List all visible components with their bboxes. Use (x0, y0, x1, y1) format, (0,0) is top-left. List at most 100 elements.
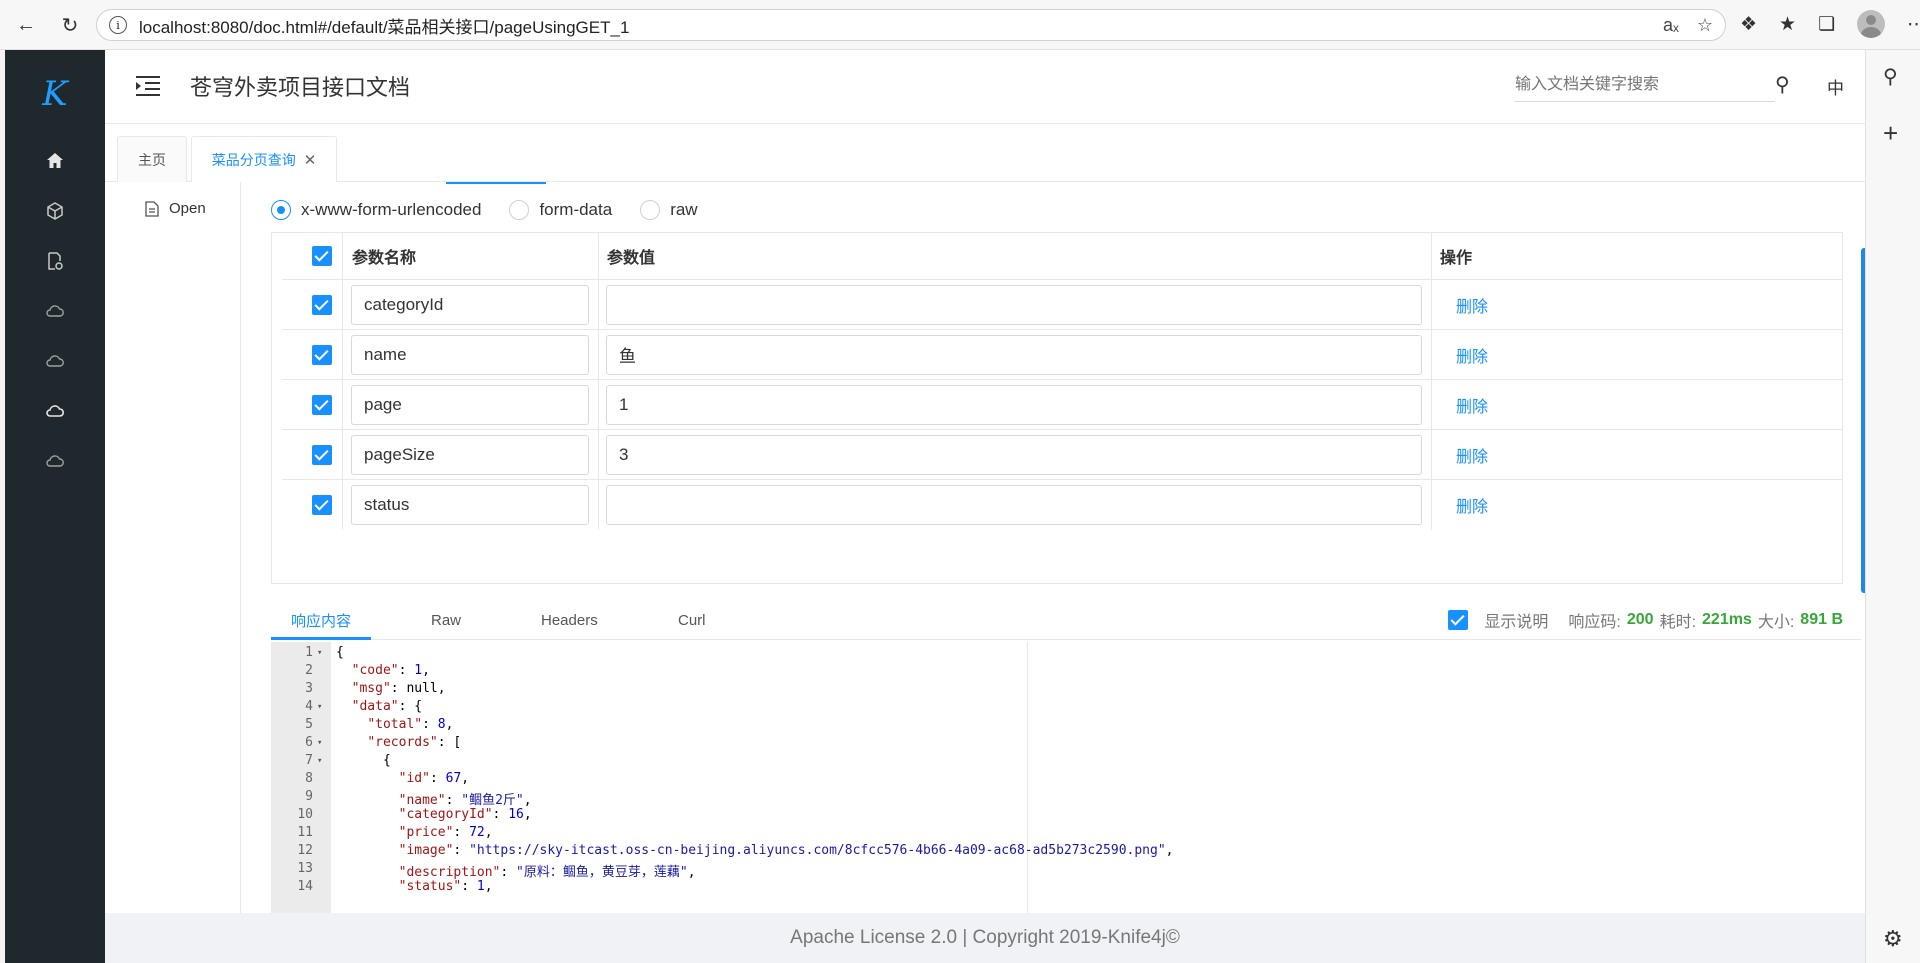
nav-cloud-3[interactable] (5, 396, 105, 426)
response-tab-indicator (271, 637, 371, 640)
tab-home-label: 主页 (138, 151, 166, 168)
tree-item-open[interactable]: Open (145, 200, 206, 217)
profile-avatar[interactable] (1857, 10, 1886, 38)
param-value-input[interactable] (606, 485, 1422, 525)
footer: Apache License 2.0 | Copyright 2019-Knif… (105, 913, 1865, 963)
fold-arrow-icon[interactable]: ▾ (317, 645, 331, 663)
delete-row-link[interactable]: 删除 (1456, 443, 1488, 467)
reload-icon[interactable]: ↻ (50, 5, 90, 45)
param-name-input[interactable]: name (351, 334, 589, 375)
line-number: 10 (297, 807, 313, 822)
col-action: 操作 (1440, 250, 1473, 267)
delete-row-link[interactable]: 删除 (1456, 293, 1488, 317)
time-value: 221ms (1702, 611, 1752, 628)
api-cube-icon (47, 202, 63, 220)
radio-form-data[interactable]: form-data (509, 200, 612, 220)
nav-doc-settings[interactable] (5, 246, 105, 276)
radio-form-data-label: form-data (539, 200, 613, 219)
code-line: 6 ▾ "records": [ (271, 735, 1861, 753)
delete-row-link[interactable]: 删除 (1456, 493, 1488, 517)
menu-indent-icon[interactable] (135, 74, 161, 98)
code-line: 11 "price": 72, (271, 825, 1861, 843)
radio-raw[interactable]: raw (640, 200, 698, 220)
param-name-input[interactable]: status (351, 485, 589, 525)
address-bar[interactable]: i localhost:8080/doc.html#/default/菜品相关接… (96, 9, 1726, 41)
gear-icon[interactable]: ⚙ (1883, 926, 1903, 952)
radio-circle (640, 200, 661, 220)
app-window: K 苍穹外卖项目接口文档 输入文档关键字搜索 ⚲ 中 主页 菜品分页查询 ✕ O… (5, 50, 1868, 963)
knife4j-logo[interactable]: K (5, 64, 105, 124)
doc-search-input[interactable] (1515, 68, 1775, 101)
line-number: 14 (297, 879, 313, 894)
tab-response-raw[interactable]: Raw (431, 600, 461, 640)
search-icon[interactable]: ⚲ (1775, 72, 1790, 97)
delete-row-link[interactable]: 删除 (1456, 393, 1488, 417)
line-number: 11 (297, 825, 313, 840)
param-value-input[interactable] (606, 284, 1422, 325)
site-info-icon[interactable]: i (109, 16, 127, 34)
tab-response-headers[interactable]: Headers (541, 600, 598, 640)
language-switch[interactable]: 中 (1827, 74, 1844, 99)
read-aloud-icon[interactable]: aₓ (1663, 15, 1679, 36)
file-icon (145, 200, 159, 217)
radio-urlencoded[interactable]: x-www-form-urlencoded (271, 200, 481, 220)
row-checkbox[interactable] (312, 294, 332, 315)
param-name-input[interactable]: page (351, 384, 589, 425)
favorite-star-icon[interactable]: ☆ (1697, 15, 1713, 36)
nav-cloud-2[interactable] (5, 346, 105, 376)
fold-arrow-icon[interactable]: ▾ (317, 735, 331, 753)
select-all-checkbox[interactable] (312, 246, 332, 266)
tab-dish-page-query-label: 菜品分页查询 (211, 151, 296, 168)
back-arrow-icon[interactable]: ← (6, 5, 46, 45)
line-number: 13 (297, 861, 313, 876)
nav-cloud-4[interactable] (5, 446, 105, 476)
line-number: 9 (305, 789, 313, 804)
code-text: "id": 67, (398, 771, 470, 786)
row-checkbox[interactable] (312, 394, 332, 415)
close-icon[interactable]: ✕ (304, 151, 317, 169)
fold-arrow-icon[interactable]: ▾ (317, 699, 331, 717)
add-icon[interactable]: + (1883, 118, 1898, 149)
code-text: "status": 1, (398, 879, 493, 894)
search-icon[interactable]: ⚲ (1883, 64, 1898, 89)
nav-home[interactable] (5, 146, 105, 176)
param-value-input[interactable]: 3 (606, 434, 1422, 475)
collections-icon[interactable]: ❏ (1818, 13, 1835, 36)
tab-response-curl[interactable]: Curl (678, 600, 706, 640)
extensions-icon[interactable]: ❖ (1740, 13, 1757, 36)
tab-home[interactable]: 主页 (117, 136, 187, 182)
code-text: "image": "https://sky-itcast.oss-cn-beij… (398, 843, 1174, 858)
more-menu-icon[interactable]: ⋯ (1907, 13, 1920, 36)
line-number: 6 (305, 735, 313, 750)
response-code-editor[interactable]: 1 ▾{2 "code": 1, 3 "msg": null, 4 ▾ "data": … (271, 642, 1861, 913)
table-row: page 1 删除 (282, 380, 1842, 430)
home-icon (47, 153, 63, 168)
line-number: 5 (305, 717, 313, 732)
code-text: "records": [ (367, 735, 462, 750)
nav-cloud-1[interactable] (5, 296, 105, 326)
table-row: name 鱼 删除 (282, 330, 1842, 380)
row-checkbox[interactable] (312, 495, 332, 515)
cloud-icon (46, 305, 64, 317)
left-sidebar: K (5, 50, 105, 963)
row-checkbox[interactable] (312, 444, 332, 465)
tab-dish-page-query[interactable]: 菜品分页查询 ✕ (191, 136, 337, 182)
code-text: "name": "鲴鱼2斤", (398, 793, 532, 808)
nav-api[interactable] (5, 196, 105, 226)
tab-response-content[interactable]: 响应内容 (291, 600, 351, 640)
delete-row-link[interactable]: 删除 (1456, 343, 1488, 367)
param-value-input[interactable]: 鱼 (606, 334, 1422, 375)
favorites-icon[interactable]: ★ (1779, 13, 1796, 36)
doc-search[interactable] (1515, 68, 1775, 102)
param-value-input[interactable]: 1 (606, 384, 1422, 425)
table-row: pageSize 3 删除 (282, 430, 1842, 480)
show-desc-checkbox[interactable] (1448, 610, 1469, 630)
debug-panel: x-www-form-urlencoded form-data raw 参数名称… (241, 182, 1868, 913)
row-checkbox[interactable] (312, 344, 332, 365)
param-name-input[interactable]: categoryId (351, 284, 589, 325)
fold-arrow-icon[interactable]: ▾ (317, 753, 331, 771)
doc-tabs: 主页 菜品分页查询 ✕ (105, 124, 1865, 182)
param-name-input[interactable]: pageSize (351, 434, 589, 475)
